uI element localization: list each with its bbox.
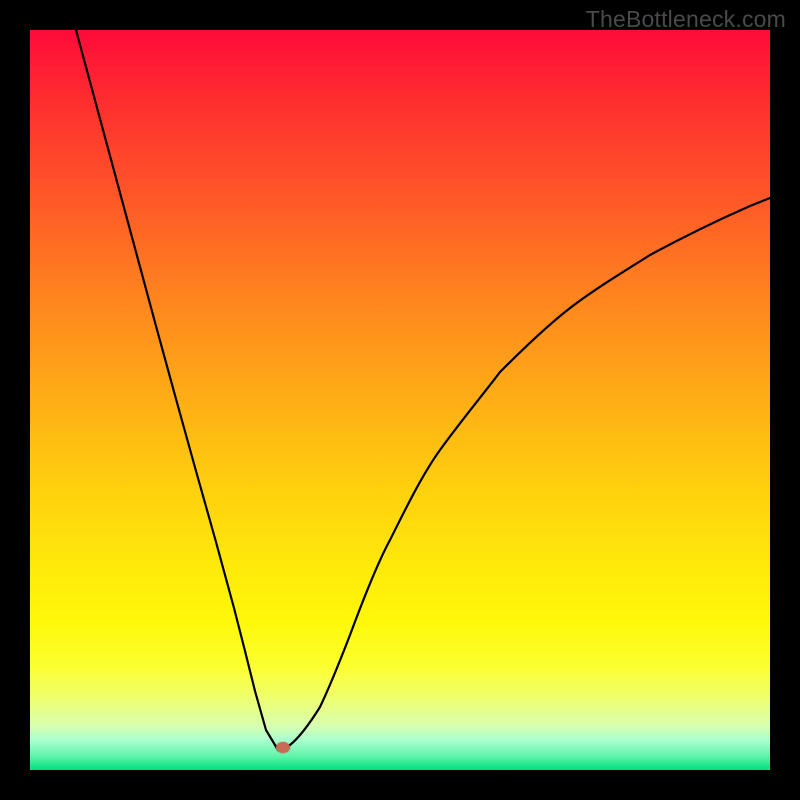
watermark-text: TheBottleneck.com: [586, 6, 786, 33]
bottleneck-point-marker: [276, 742, 290, 753]
bottleneck-curve-svg: [30, 30, 770, 770]
chart-plot-area: [30, 30, 770, 770]
curve-left-branch: [76, 30, 290, 750]
curve-right-branch: [290, 198, 770, 745]
